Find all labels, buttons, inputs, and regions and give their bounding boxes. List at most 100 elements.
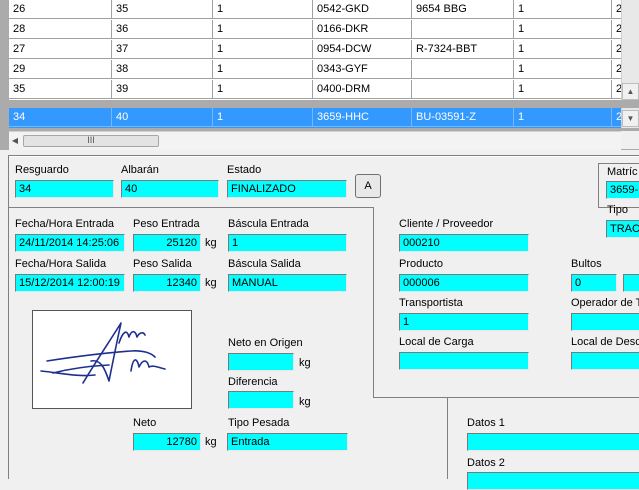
table-cell: 1 (514, 0, 612, 19)
scroll-left-icon[interactable]: ◀ (9, 134, 21, 148)
local-descarga-field[interactable] (571, 352, 639, 370)
bascula-salida-label: Báscula Salida (228, 258, 301, 270)
matricula-field[interactable]: 3659- (606, 181, 639, 199)
resguardo-field[interactable]: 34 (15, 180, 114, 198)
table-cell: 0343-GYF (313, 60, 412, 79)
albaran-label: Albarán (121, 164, 159, 176)
table-cell: 0166-DKR (313, 20, 412, 39)
transportista-field[interactable]: 1 (399, 313, 529, 331)
a-button[interactable]: A (355, 174, 381, 198)
peso-entrada-unit: kg (205, 237, 217, 249)
table-row[interactable]: 344013659-HHCBU-03591-Z124/1 (9, 108, 639, 128)
table-cell: 1 (514, 20, 612, 39)
albaran-field[interactable]: 40 (121, 180, 219, 198)
vertical-scrollbar[interactable]: ▲ (621, 0, 639, 100)
fecha-salida-label: Fecha/Hora Salida (15, 258, 107, 270)
fecha-salida-field[interactable]: 15/12/2014 12:00:19 (15, 274, 125, 292)
table-row[interactable]: 293810343-GYF124/1 (9, 60, 639, 80)
table-cell: 35 (112, 0, 213, 19)
table-row[interactable]: 283610166-DKR124/1 (9, 20, 639, 40)
peso-salida-field[interactable]: 12340 (133, 274, 201, 292)
bultos-label: Bultos (571, 258, 602, 270)
bultos-field[interactable]: 0 (571, 274, 617, 292)
tipo-field[interactable]: TRAC (606, 220, 639, 238)
table-cell: 1 (213, 40, 313, 59)
operador-field[interactable] (571, 313, 639, 331)
table-cell: 1 (514, 60, 612, 79)
bascula-entrada-field[interactable]: 1 (228, 234, 347, 252)
table-cell: 39 (112, 80, 213, 99)
transportista-label: Transportista (399, 297, 463, 309)
tipo-label: Tipo (607, 204, 628, 216)
tipo-pesada-field[interactable]: Entrada (227, 433, 348, 451)
table-cell: 3659-HHC (313, 108, 412, 127)
client-section-left-border (373, 207, 374, 397)
datos-section-left-border (447, 397, 448, 479)
records-grid[interactable]: 263510542-GKD9654 BBG124/1283610166-DKR1… (0, 0, 639, 150)
estado-field[interactable]: FINALIZADO (227, 180, 347, 198)
section-divider (8, 207, 373, 208)
producto-field[interactable]: 000006 (399, 274, 529, 292)
operador-label: Operador de T (571, 297, 639, 309)
diferencia-field[interactable] (228, 391, 294, 409)
panel-border-top-highlight (8, 156, 639, 157)
neto-field[interactable]: 12780 (133, 433, 201, 451)
table-cell: 40 (112, 108, 213, 127)
fecha-entrada-label: Fecha/Hora Entrada (15, 218, 115, 230)
table-cell: 1 (213, 20, 313, 39)
table-cell: 34 (9, 108, 112, 127)
producto-label: Producto (399, 258, 444, 270)
table-cell (412, 80, 514, 99)
table-cell: 0954-DCW (313, 40, 412, 59)
bultos-extra-field[interactable] (623, 274, 639, 292)
neto-origen-field[interactable] (228, 353, 294, 371)
table-cell: R-7324-BBT (412, 40, 514, 59)
scroll-up-icon[interactable]: ▲ (622, 83, 639, 100)
scroll-down-icon[interactable]: ▼ (622, 110, 639, 127)
peso-salida-label: Peso Salida (133, 258, 192, 270)
panel-border-left (8, 155, 9, 479)
horizontal-scroll-thumb[interactable]: III (23, 135, 159, 147)
fecha-entrada-field[interactable]: 24/11/2014 14:25:06 (15, 234, 125, 252)
table-cell: BU-03591-Z (412, 108, 514, 127)
table-cell: 29 (9, 60, 112, 79)
datos2-label: Datos 2 (467, 457, 505, 469)
datos1-field[interactable] (467, 433, 639, 451)
local-descarga-label: Local de Desc (571, 336, 639, 348)
table-row[interactable]: 273710954-DCWR-7324-BBT124/1 (9, 40, 639, 60)
scrollbar-corner (621, 131, 639, 149)
table-cell: 1 (514, 40, 612, 59)
datos1-label: Datos 1 (467, 417, 505, 429)
bascula-salida-field[interactable]: MANUAL (228, 274, 347, 292)
cliente-field[interactable]: 000210 (399, 234, 529, 252)
neto-origen-unit: kg (299, 357, 311, 369)
neto-unit: kg (205, 436, 217, 448)
signature-box (32, 310, 192, 409)
table-cell: 26 (9, 0, 112, 19)
cliente-label: Cliente / Proveedor (399, 218, 494, 230)
table-row[interactable]: 263510542-GKD9654 BBG124/1 (9, 0, 639, 20)
tipo-pesada-label: Tipo Pesada (228, 417, 290, 429)
horizontal-scrollbar[interactable]: ◀ III (9, 131, 621, 150)
vertical-scrollbar[interactable]: ▼ (621, 108, 639, 128)
local-carga-field[interactable] (399, 352, 529, 370)
table-cell: 38 (112, 60, 213, 79)
diferencia-unit: kg (299, 396, 311, 408)
table-cell: 0400-DRM (313, 80, 412, 99)
peso-entrada-field[interactable]: 25120 (133, 234, 201, 252)
table-cell: 1 (213, 80, 313, 99)
table-cell: 28 (9, 20, 112, 39)
table-cell: 1 (514, 108, 612, 127)
signature-drawing (40, 322, 166, 384)
table-cell (412, 60, 514, 79)
client-section-bottom-border (373, 397, 639, 398)
table-cell: 37 (112, 40, 213, 59)
table-cell: 27 (9, 40, 112, 59)
matricula-section-left-border (598, 163, 599, 207)
table-cell: 35 (9, 80, 112, 99)
resguardo-label: Resguardo (15, 164, 69, 176)
datos2-field[interactable] (467, 472, 639, 490)
table-row[interactable]: 353910400-DRM124/1 (9, 80, 639, 100)
table-cell: 1 (213, 60, 313, 79)
local-carga-label: Local de Carga (399, 336, 474, 348)
